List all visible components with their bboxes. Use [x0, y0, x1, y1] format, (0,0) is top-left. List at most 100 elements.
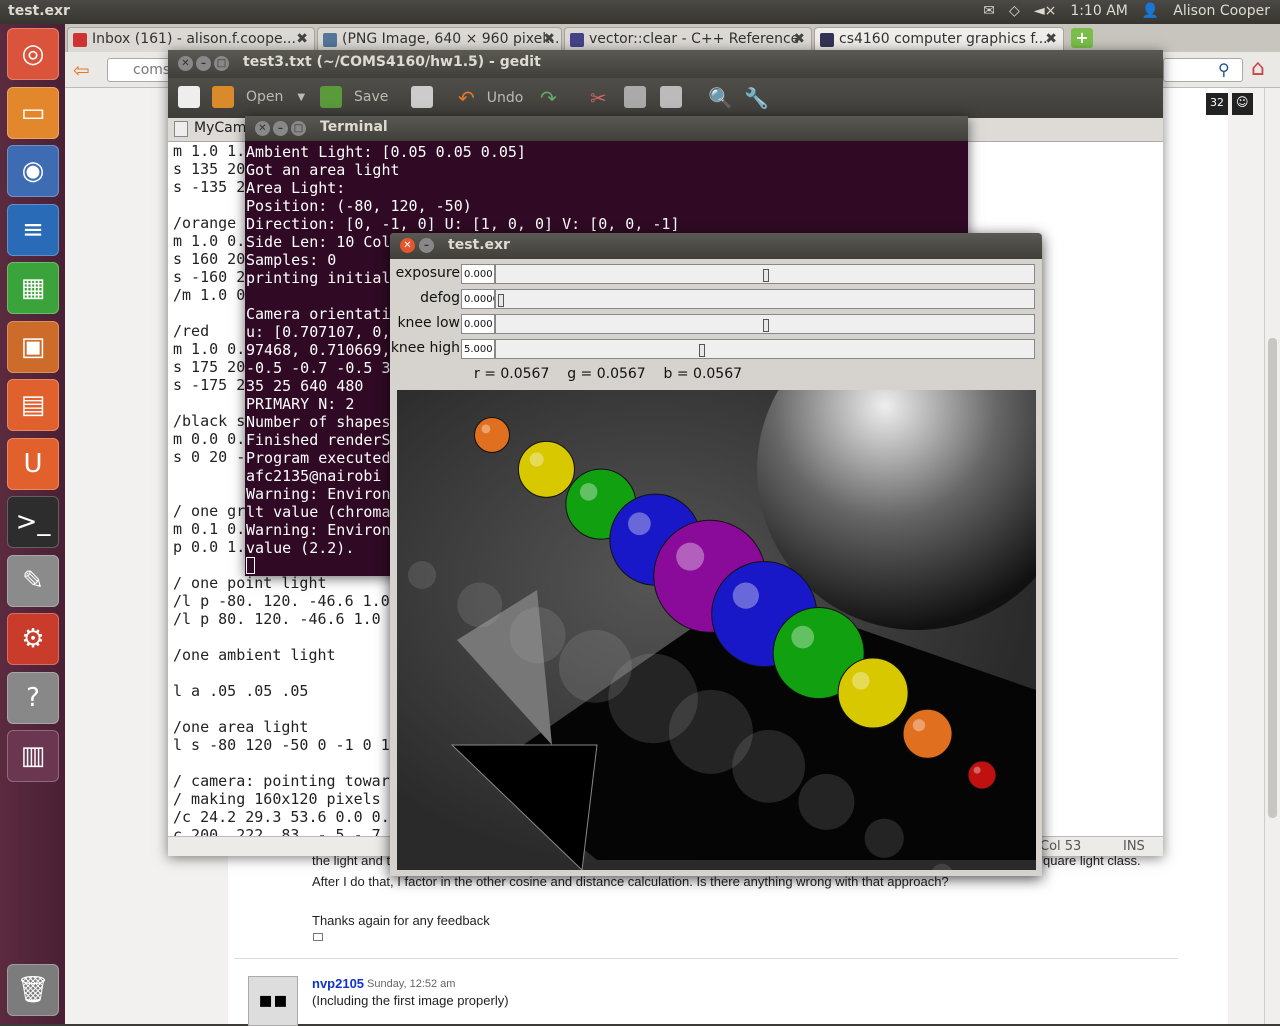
broken-image-icon — [313, 933, 323, 941]
slider-track[interactable] — [495, 314, 1035, 334]
slider-track[interactable] — [495, 289, 1035, 309]
chevron-down-icon[interactable]: ▼ — [297, 92, 305, 103]
back-arrow-icon[interactable]: ⇦ — [73, 58, 90, 82]
slider-label: knee high — [390, 340, 460, 356]
slider-thumb[interactable] — [763, 319, 769, 332]
close-icon[interactable]: ✖ — [543, 31, 555, 47]
terminal-line: Ambient Light: [0.05 0.05 0.05] — [246, 143, 526, 161]
new-tab-button[interactable]: + — [1071, 28, 1093, 48]
search-icon[interactable]: ⚲ — [1218, 60, 1230, 79]
slider-thumb[interactable] — [498, 294, 504, 307]
trash-icon[interactable]: 🗑 — [7, 964, 59, 1016]
sphere-highlight — [852, 672, 870, 690]
cut-button[interactable]: ✂ — [590, 86, 607, 110]
sphere — [902, 708, 953, 759]
replace-button[interactable]: 🔧 — [744, 86, 769, 110]
close-icon[interactable]: ✕ — [400, 238, 415, 253]
user-icon: 👤 — [1141, 3, 1160, 19]
slider-value-field[interactable]: 0.0000 — [461, 289, 495, 309]
firefox-icon[interactable]: ◉ — [7, 145, 59, 197]
minimize-icon[interactable]: – — [419, 238, 434, 253]
tab-gmail[interactable]: Inbox (161) - alison.f.coope... ✖ — [67, 27, 315, 52]
courseworks-icon — [820, 33, 834, 47]
terminal-line: Position: (-80, 120, -50) — [246, 197, 472, 215]
search-input[interactable] — [1163, 58, 1243, 82]
gedit-toolbar: Open ▼ Save ↶ Undo ↷ ✂ 🔍 🔧 — [168, 78, 1163, 118]
user-name[interactable]: Alison Cooper — [1173, 3, 1270, 19]
window-title: Terminal — [320, 119, 388, 135]
tab-label: MyCam — [194, 120, 247, 136]
slider-track[interactable] — [495, 339, 1035, 359]
top-panel: test.exr ✉ ◇ ◄× 1:10 AM 👤 Alison Cooper — [0, 0, 1280, 24]
count-badge[interactable]: 32 — [1206, 93, 1228, 115]
print-icon — [411, 86, 433, 108]
copy-button[interactable] — [624, 86, 646, 108]
gedit-icon[interactable]: ✎ — [7, 554, 59, 607]
network-icon[interactable]: ◇ — [1009, 3, 1020, 19]
sphere-highlight — [732, 582, 759, 609]
window-title: test.exr — [448, 237, 510, 253]
minimize-icon[interactable]: – — [273, 121, 288, 136]
close-icon[interactable]: ✖ — [793, 31, 805, 47]
sphere-highlight — [628, 512, 651, 536]
writer-icon[interactable]: ≡ — [7, 203, 59, 256]
mail-icon[interactable]: ✉ — [983, 3, 995, 19]
page-scrollbar[interactable] — [1264, 88, 1280, 1024]
minimize-icon[interactable]: – — [196, 56, 211, 71]
exr-titlebar[interactable]: ✕ – test.exr — [390, 233, 1042, 259]
slider-thumb[interactable] — [763, 269, 769, 282]
terminal-icon[interactable]: >_ — [7, 496, 59, 548]
close-icon[interactable]: ✖ — [1045, 31, 1057, 47]
sphere — [967, 760, 997, 790]
find-button[interactable]: 🔍 — [708, 86, 733, 110]
impress-icon[interactable]: ▣ — [7, 320, 59, 373]
sphere-highlight — [791, 625, 815, 649]
slider-value-field[interactable]: 0.000 — [461, 264, 495, 284]
slider-thumb[interactable] — [699, 344, 706, 357]
calc-icon[interactable]: ▦ — [7, 262, 59, 314]
scissors-icon: ✂ — [590, 86, 607, 110]
window-title: test3.txt (~/COMS4160/hw1.5) - gedit — [243, 54, 541, 70]
print-button[interactable] — [411, 86, 433, 108]
avatar-icon[interactable]: ☺ — [1232, 93, 1253, 115]
slider-track[interactable] — [495, 264, 1035, 284]
comment-author-link[interactable]: nvp2105 — [312, 976, 364, 991]
sphere-reflection — [798, 773, 855, 830]
help-icon[interactable]: ? — [7, 671, 59, 724]
maximize-icon[interactable]: □ — [291, 121, 306, 136]
tab-label: cs4160 computer graphics f... — [839, 31, 1048, 47]
terminal-titlebar[interactable]: ✕ – □ Terminal — [245, 116, 968, 141]
slider-value-field[interactable]: 0.000 — [461, 314, 495, 334]
new-button[interactable] — [178, 86, 200, 108]
workspaces-icon[interactable]: ▥ — [7, 730, 59, 782]
tab-cppref[interactable]: vector::clear - C++ Reference ✖ — [564, 27, 812, 52]
settings-icon[interactable]: ⚙ — [7, 613, 59, 665]
gedit-titlebar[interactable]: ✕ – □ test3.txt (~/COMS4160/hw1.5) - ged… — [168, 50, 1163, 78]
clock[interactable]: 1:10 AM — [1070, 3, 1128, 19]
volume-icon[interactable]: ◄× — [1034, 3, 1057, 19]
slider-value-field[interactable]: 5.000 — [461, 339, 495, 359]
post-text: After I do that, I factor in the other c… — [312, 874, 949, 889]
undo-button[interactable]: ↶ Undo — [458, 86, 523, 110]
ubuntu-home-icon[interactable]: ◎ — [7, 28, 59, 80]
slider-label: knee low — [397, 315, 460, 331]
redo-button[interactable]: ↷ — [540, 86, 557, 110]
paste-button[interactable] — [660, 86, 682, 108]
save-button[interactable]: Save — [320, 86, 388, 108]
close-icon[interactable]: ✖ — [296, 31, 308, 47]
close-icon[interactable]: ✕ — [255, 121, 270, 136]
sphere-highlight — [529, 452, 544, 467]
software-center-icon[interactable]: ▤ — [7, 379, 59, 431]
home-icon[interactable]: ⌂ — [1251, 56, 1265, 81]
render-canvas — [397, 390, 1036, 870]
sphere-reflection — [732, 729, 806, 803]
ubuntu-one-icon[interactable]: U — [7, 437, 59, 490]
open-button[interactable]: Open ▼ — [212, 86, 305, 108]
tab-cs4160[interactable]: cs4160 computer graphics f... ✖ — [814, 27, 1064, 52]
document-tab[interactable]: MyCam — [172, 120, 247, 137]
close-icon[interactable]: ✕ — [178, 56, 193, 71]
maximize-icon[interactable]: □ — [214, 56, 229, 71]
tab-png[interactable]: (PNG Image, 640 × 960 pixel... ✖ — [317, 27, 562, 52]
scrollbar-thumb[interactable] — [1268, 338, 1277, 818]
files-icon[interactable]: ▭ — [7, 86, 59, 139]
